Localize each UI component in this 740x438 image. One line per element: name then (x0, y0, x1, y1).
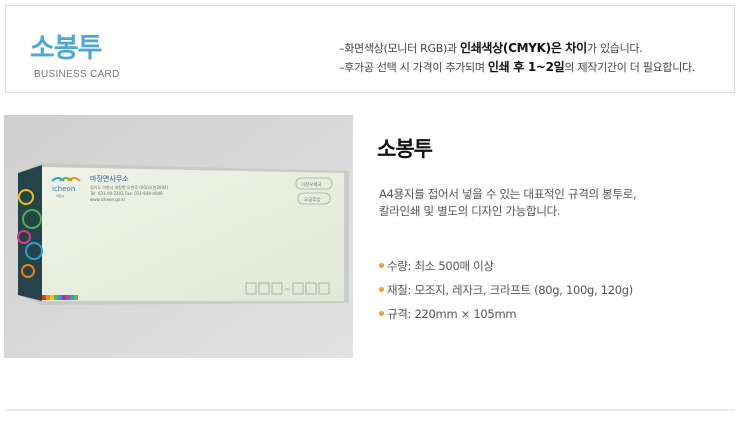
notice-line-color: –화면색상(모니터 RGB)과 인쇄색상(CMYK)은 차이가 있습니다. (339, 41, 643, 55)
product-title: 소봉투 (377, 137, 433, 161)
description-line: A4용지를 접어서 넣을 수 있는 대표적인 규격의 봉투로, (379, 187, 637, 201)
envelope-office-name: 마장면사무소 (90, 174, 129, 183)
product-description: A4용지를 접어서 넣을 수 있는 대표적인 규격의 봉투로, 칼라인쇄 및 별… (379, 186, 709, 220)
page-header: 소봉투 BUSINESS CARD –화면색상(모니터 RGB)과 인쇄색상(C… (5, 5, 735, 93)
bullet-icon (379, 263, 384, 268)
divider (5, 409, 735, 411)
spec-item-material: 재질: 모조지, 레자크, 크라프트 (80g, 100g, 120g) (379, 280, 633, 304)
notice-text: –화면색상(모니터 RGB)과 인쇄색상(CMYK)은 차이가 있습니다. –후… (339, 39, 731, 77)
envelope-stamp-top: 이천우체국 (301, 181, 322, 188)
envelope-photo: icheon 이천시 마장면사무소 경기도 이천시 마장면 오천로 (00)(오… (4, 115, 353, 358)
spec-item-quantity: 수량: 최소 500매 이상 (379, 256, 633, 280)
description-line: 칼라인쇄 및 별도의 디자인 가능합니다. (379, 204, 561, 218)
notice-line-postprocess: –후가공 선택 시 가격이 추가되며 인쇄 후 1~2일의 제작기간이 더 필요… (339, 60, 696, 74)
envelope-stamp-bottom: 요금후납 (304, 196, 321, 203)
bullet-icon (379, 287, 384, 292)
spec-item-size: 규격: 220mm × 105mm (379, 304, 633, 328)
spec-list: 수량: 최소 500매 이상 재질: 모조지, 레자크, 크라프트 (80g, … (379, 256, 633, 328)
envelope-logo-text: icheon (52, 185, 75, 193)
envelope-address: 경기도 이천시 마장면 오천로 (00)(오천2004) (90, 184, 169, 190)
bullet-icon (379, 311, 384, 316)
envelope-org-name: 이천시 (56, 193, 65, 198)
envelope-web: www.icheon.go.kr (90, 197, 126, 202)
page-title: 소봉투 (30, 33, 103, 64)
page-subtitle: BUSINESS CARD (34, 69, 120, 80)
envelope-phone: Tel. 031-00-2201 Fax. 031-644-4049 (89, 191, 163, 196)
